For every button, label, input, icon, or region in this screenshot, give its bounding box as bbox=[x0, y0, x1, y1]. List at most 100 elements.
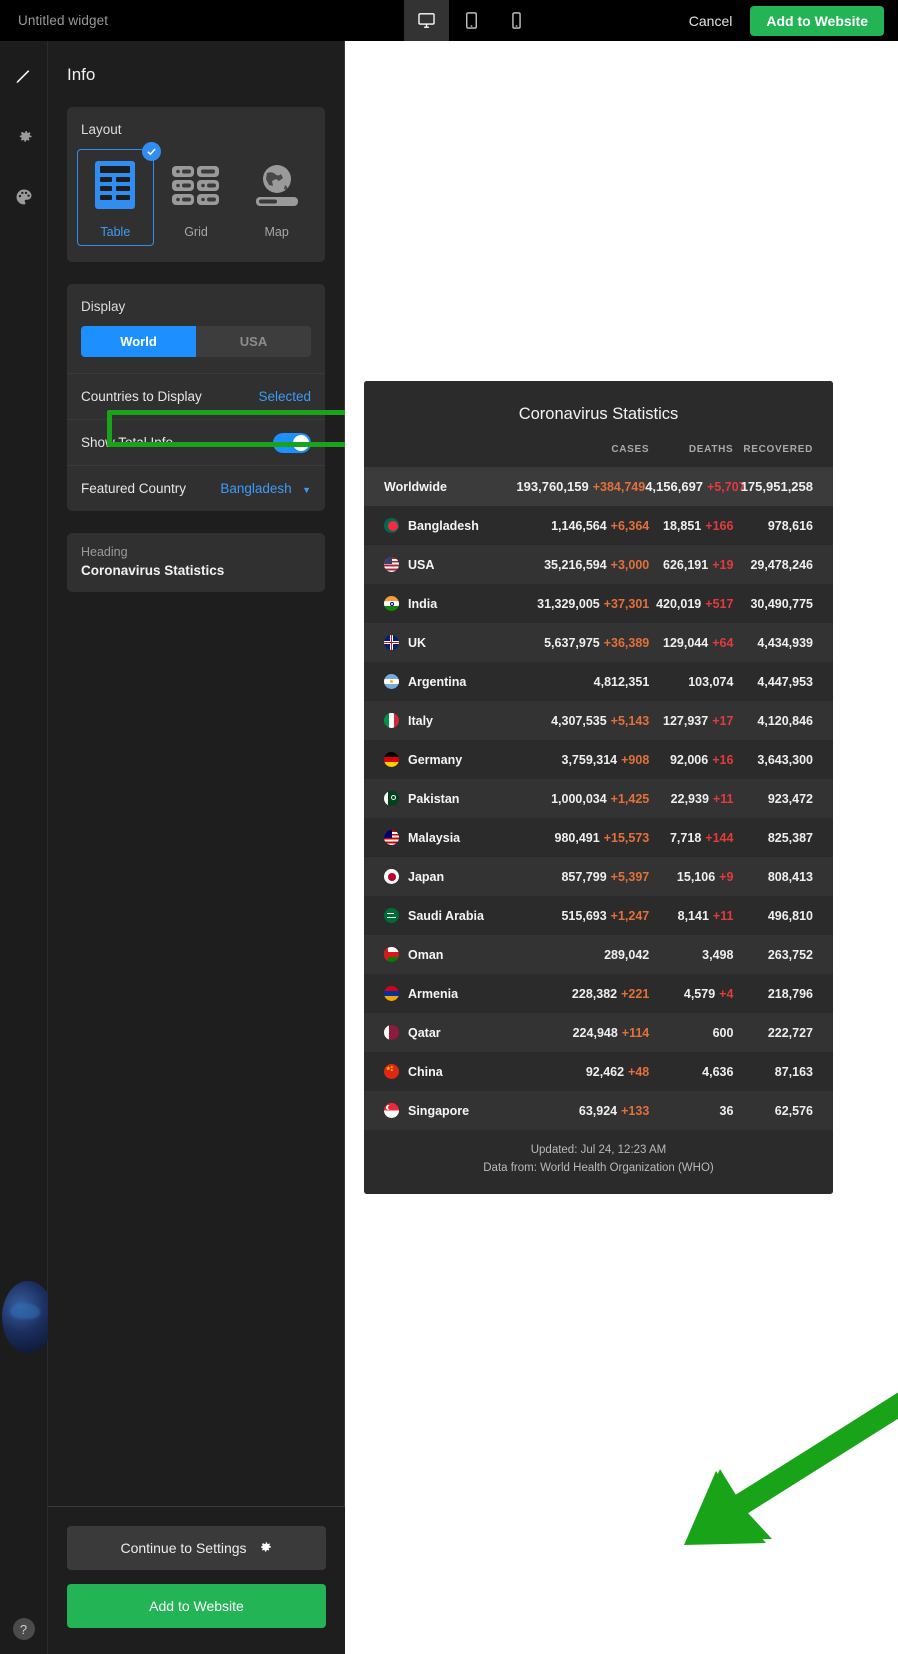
row-cases-delta: +384,749 bbox=[592, 480, 646, 494]
row-deaths-delta: +166 bbox=[705, 518, 734, 533]
segment-usa[interactable]: USA bbox=[196, 326, 311, 357]
row-deaths: 18,851 +166 bbox=[663, 518, 734, 533]
add-to-website-button[interactable]: Add to Website bbox=[67, 1584, 326, 1628]
table-row[interactable]: Germany 3,759,314 +908 92,006 +16 3,643,300 bbox=[364, 740, 833, 779]
row-country-name: ★ ★ ★ China bbox=[384, 1064, 523, 1079]
device-desktop-button[interactable] bbox=[404, 0, 449, 41]
layout-option-table[interactable]: Table bbox=[77, 142, 161, 246]
table-row[interactable]: Qatar 224,948 +114 600 222,727 bbox=[364, 1013, 833, 1052]
heading-field-value[interactable]: Coronavirus Statistics bbox=[81, 563, 311, 578]
row-deaths: 36 bbox=[719, 1103, 734, 1118]
countries-to-display-row[interactable]: Countries to Display Selected bbox=[67, 373, 325, 419]
annotation-arrow bbox=[684, 1392, 898, 1545]
show-total-info-label: Show Total Info bbox=[81, 435, 174, 450]
page-title: Info bbox=[67, 65, 96, 84]
heading-field-label: Heading bbox=[81, 545, 128, 559]
country-label: Bangladesh bbox=[408, 518, 479, 533]
row-recovered: 30,490,775 bbox=[750, 596, 813, 611]
settings-panel: Info Layout Table Grid Map Display World… bbox=[48, 41, 383, 1654]
flag-icon bbox=[384, 674, 399, 689]
table-row[interactable]: Oman 289,042 3,498 263,752 bbox=[364, 935, 833, 974]
table-row[interactable]: Armenia 228,382 +221 4,579 +4 218,796 bbox=[364, 974, 833, 1013]
row-country-name: Singapore bbox=[384, 1103, 523, 1118]
layout-option-table-label: Table bbox=[100, 225, 131, 239]
rail-item-design[interactable] bbox=[0, 55, 48, 103]
table-row[interactable]: Pakistan 1,000,034 +1,425 22,939 +11 923,472 bbox=[364, 779, 833, 818]
row-country-name: Pakistan bbox=[384, 791, 523, 806]
country-label: UK bbox=[408, 635, 427, 650]
row-cases: 980,491 +15,573 bbox=[554, 830, 650, 845]
palette-icon bbox=[14, 187, 34, 212]
layout-option-grid[interactable]: Grid bbox=[158, 149, 235, 246]
row-deaths-delta: +4 bbox=[719, 986, 734, 1001]
heading-card[interactable]: Heading Coronavirus Statistics bbox=[67, 533, 325, 592]
country-label: Oman bbox=[408, 947, 444, 962]
row-cases-delta: +3,000 bbox=[610, 557, 650, 572]
row-cases: 515,693 +1,247 bbox=[561, 908, 650, 923]
table-row[interactable]: ★ ★ ★ China 92,462 +48 4,636 87,163 bbox=[364, 1052, 833, 1091]
device-preview-switcher bbox=[404, 0, 539, 41]
row-cases-delta: +221 bbox=[621, 986, 650, 1001]
rail-item-settings[interactable] bbox=[0, 115, 48, 163]
segment-world[interactable]: World bbox=[81, 326, 196, 357]
row-deaths-delta: +64 bbox=[712, 635, 734, 650]
table-row[interactable]: Singapore 63,924 +133 36 62,576 bbox=[364, 1091, 833, 1130]
row-deaths-delta: +9 bbox=[719, 869, 734, 884]
pencil-icon bbox=[14, 67, 34, 92]
featured-country-value-wrap[interactable]: Bangladesh ▼ bbox=[220, 480, 311, 498]
layout-option-map[interactable]: Map bbox=[238, 149, 315, 246]
table-row[interactable]: Argentina 4,812,351 103,074 4,447,953 bbox=[364, 662, 833, 701]
row-cases-delta: +908 bbox=[621, 752, 650, 767]
show-total-info-toggle[interactable] bbox=[273, 432, 311, 453]
row-deaths: 7,718 +144 bbox=[669, 830, 734, 845]
country-label: Malaysia bbox=[408, 830, 461, 845]
table-row[interactable]: Japan 857,799 +5,397 15,106 +9 808,413 bbox=[364, 857, 833, 896]
row-cases: 35,216,594 +3,000 bbox=[544, 557, 650, 572]
row-cases-delta: +133 bbox=[621, 1103, 650, 1118]
flag-icon bbox=[384, 908, 399, 923]
table-row[interactable]: India 31,329,005 +37,301 420,019 +517 30,490,… bbox=[364, 584, 833, 623]
column-header-deaths: DEATHS bbox=[688, 444, 734, 455]
device-tablet-button[interactable] bbox=[449, 0, 494, 41]
country-label: Singapore bbox=[408, 1103, 470, 1118]
row-cases: 4,812,351 bbox=[593, 674, 650, 689]
row-country-name: USA bbox=[384, 557, 523, 572]
flag-icon bbox=[384, 557, 399, 572]
table-row[interactable]: USA 35,216,594 +3,000 626,191 +19 29,478,246 bbox=[364, 545, 833, 584]
row-recovered: 978,616 bbox=[767, 518, 813, 533]
table-row[interactable]: UK 5,637,975 +36,389 129,044 +64 4,434,939 bbox=[364, 623, 833, 662]
row-country-name: Bangladesh bbox=[384, 518, 523, 533]
widget-title: Untitled widget bbox=[18, 13, 109, 28]
countries-to-display-value[interactable]: Selected bbox=[258, 389, 311, 404]
row-cases-delta: +5,397 bbox=[610, 869, 650, 884]
row-cases-delta: +1,247 bbox=[610, 908, 650, 923]
monitor-icon bbox=[417, 11, 436, 30]
flag-icon bbox=[384, 791, 399, 806]
help-icon[interactable]: ? bbox=[12, 1618, 35, 1640]
continue-to-settings-button[interactable]: Continue to Settings bbox=[67, 1526, 326, 1570]
countries-to-display-label: Countries to Display bbox=[81, 389, 202, 404]
add-to-website-top-button[interactable]: Add to Website bbox=[750, 5, 884, 36]
table-row[interactable]: Bangladesh 1,146,564 +6,364 18,851 +166 978,6… bbox=[364, 506, 833, 545]
row-deaths-delta: +17 bbox=[712, 713, 734, 728]
device-mobile-button[interactable] bbox=[494, 0, 539, 41]
row-cases: 3,759,314 +908 bbox=[561, 752, 650, 767]
flag-icon bbox=[384, 518, 399, 533]
flag-icon bbox=[384, 1103, 399, 1118]
table-row[interactable]: Italy 4,307,535 +5,143 127,937 +17 4,120,846 bbox=[364, 701, 833, 740]
show-total-info-row[interactable]: Show Total Info bbox=[67, 419, 325, 465]
table-row[interactable]: Saudi Arabia 515,693 +1,247 8,141 +11 496,810 bbox=[364, 896, 833, 935]
row-cases: 857,799 +5,397 bbox=[561, 869, 650, 884]
row-recovered: 175,951,258 bbox=[740, 479, 813, 494]
row-cases: 228,382 +221 bbox=[571, 986, 650, 1001]
featured-country-row[interactable]: Featured Country Bangladesh ▼ bbox=[67, 465, 325, 511]
row-country-name: Qatar bbox=[384, 1025, 523, 1040]
featured-country-value: Bangladesh bbox=[220, 480, 292, 496]
flag-icon bbox=[384, 1025, 399, 1040]
row-recovered: 923,472 bbox=[767, 791, 813, 806]
cancel-button[interactable]: Cancel bbox=[689, 13, 733, 29]
rail-item-theme[interactable] bbox=[0, 175, 48, 223]
flag-icon bbox=[384, 752, 399, 767]
table-row-total: Worldwide 193,760,159 +384,749 4,156,697 +5,… bbox=[364, 467, 833, 506]
table-row[interactable]: Malaysia 980,491 +15,573 7,718 +144 825,387 bbox=[364, 818, 833, 857]
